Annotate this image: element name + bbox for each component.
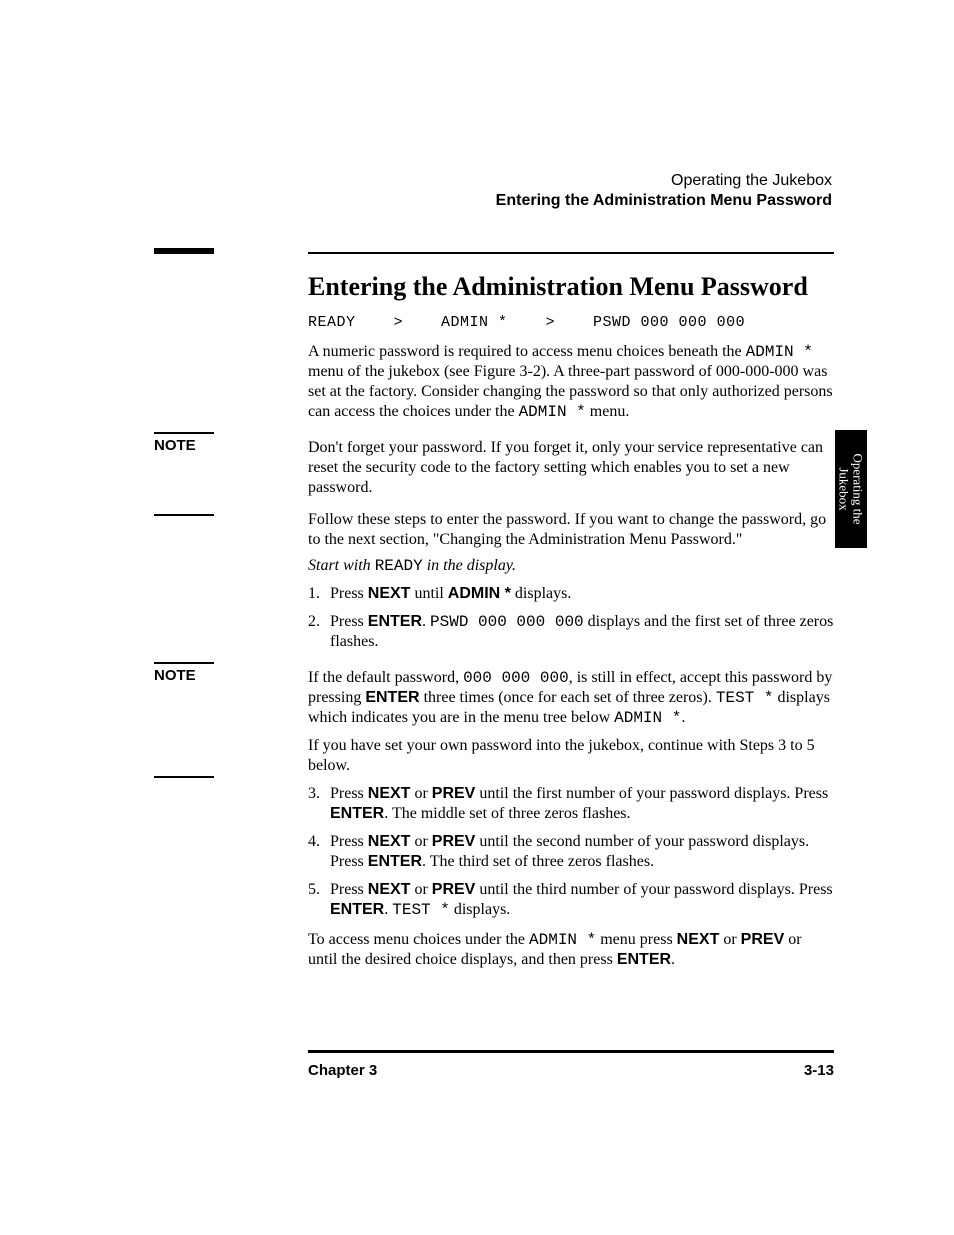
intro-paragraph: A numeric password is required to access… <box>308 342 834 422</box>
text-run: TEST * <box>392 901 450 919</box>
follow-paragraph: Follow these steps to enter the password… <box>308 510 834 550</box>
footer-page-number: 3-13 <box>804 1062 834 1079</box>
note-rule-bottom <box>154 514 214 516</box>
text-run: PREV <box>432 785 476 802</box>
note-2-sidebar: NOTE <box>154 662 294 778</box>
step-number: 1. <box>308 584 320 604</box>
text-run: PSWD 000 000 000 <box>430 613 584 631</box>
step-item: 4.Press NEXT or PREV until the second nu… <box>308 832 834 872</box>
text-run: three times (once for each set of three … <box>420 689 716 706</box>
note-rule-bottom <box>154 776 214 778</box>
text-run: ADMIN * <box>529 931 596 949</box>
text-run: or <box>719 931 740 948</box>
intro-mono2: ADMIN * <box>519 403 586 421</box>
rule-accent <box>154 248 214 254</box>
text-run: menu press <box>596 931 676 948</box>
text-run: To access menu choices under the <box>308 931 529 948</box>
text-run: Press <box>330 833 368 850</box>
footer-chapter: Chapter 3 <box>308 1062 377 1079</box>
text-run: NEXT <box>368 833 411 850</box>
text-run: If the default password, <box>308 669 463 686</box>
text-run: displays. <box>511 585 571 602</box>
step-item: 2.Press ENTER. PSWD 000 000 000 displays… <box>308 612 834 652</box>
text-run: Press <box>330 785 368 802</box>
text-run: ENTER <box>368 613 422 630</box>
text-run: or <box>410 833 431 850</box>
footer-rule <box>308 1050 834 1053</box>
running-header: Operating the Jukebox Entering the Admin… <box>496 172 832 210</box>
step-item: 5. Press NEXT or PREV until the third num… <box>308 880 834 920</box>
intro-mono1: ADMIN * <box>746 343 813 361</box>
text-run: Press <box>330 585 368 602</box>
text-run: PREV <box>432 881 476 898</box>
start-line: Start with READY in the display. <box>308 556 834 576</box>
text-run: NEXT <box>677 931 720 948</box>
steps-list-b: 3. Press NEXT or PREV until the first num… <box>308 784 834 928</box>
rule-main <box>308 252 834 254</box>
step-number: 5. <box>308 880 320 900</box>
text-run: displays. <box>450 901 510 918</box>
step-number: 2. <box>308 612 320 632</box>
thumb-tab-line1: Operating the <box>851 453 866 524</box>
header-section: Entering the Administration Menu Passwor… <box>496 192 832 210</box>
text-run: NEXT <box>368 585 411 602</box>
text-run: . <box>422 613 430 630</box>
header-chapter: Operating the Jukebox <box>496 172 832 190</box>
intro-t3: menu. <box>586 403 630 420</box>
text-run: Press <box>330 613 368 630</box>
text-run: ADMIN * <box>448 585 511 602</box>
text-run: PREV <box>432 833 476 850</box>
text-run: NEXT <box>368 785 411 802</box>
thumb-tab: Operating the Jukebox <box>835 430 867 548</box>
ifown-paragraph: If you have set your own password into t… <box>308 736 834 776</box>
text-run: until the third number of your password … <box>475 881 832 898</box>
text-run: until <box>410 585 447 602</box>
page-footer: Chapter 3 3-13 <box>308 1062 834 1079</box>
start-t1: Start with <box>308 557 375 574</box>
note-1-sidebar: NOTE <box>154 432 294 516</box>
steps-list-a: 1. Press NEXT until ADMIN * displays. 2. Pr… <box>308 584 834 660</box>
text-run: . <box>671 951 675 968</box>
step-item: 1. Press NEXT until ADMIN * displays. <box>308 584 834 604</box>
text-run: NEXT <box>368 881 411 898</box>
text-run: ENTER <box>330 805 384 822</box>
text-run: TEST * <box>716 689 774 707</box>
text-run: . <box>681 709 685 726</box>
start-t2: in the display. <box>423 557 516 574</box>
text-run: or <box>410 785 431 802</box>
text-run: . The middle set of three zeros flashes. <box>384 805 630 822</box>
text-run: ENTER <box>365 689 419 706</box>
step-number: 3. <box>308 784 320 804</box>
text-run: ENTER <box>617 951 671 968</box>
note-1-text: Don't forget your password. If you forge… <box>308 438 834 498</box>
access-paragraph: To access menu choices under the ADMIN *… <box>308 930 834 970</box>
thumb-tab-line2: Jukebox <box>837 467 852 510</box>
text-run: ADMIN * <box>614 709 681 727</box>
text-run: ENTER <box>330 901 384 918</box>
start-mono: READY <box>375 557 423 575</box>
step-item: 3. Press NEXT or PREV until the first num… <box>308 784 834 824</box>
text-run: or <box>410 881 431 898</box>
display-sequence: READY > ADMIN * > PSWD 000 000 000 <box>308 314 834 331</box>
note-1-label: NOTE <box>154 434 294 514</box>
text-run: Press <box>330 881 368 898</box>
step-number: 4. <box>308 832 320 852</box>
note-2-label: NOTE <box>154 664 294 776</box>
text-run: ENTER <box>368 853 422 870</box>
text-run: 000 000 000 <box>463 669 569 687</box>
section-title: Entering the Administration Menu Passwor… <box>308 272 834 302</box>
note-2-text: If the default password, 000 000 000, is… <box>308 668 834 728</box>
text-run: until the first number of your password … <box>475 785 828 802</box>
text-run: . The third set of three zeros flashes. <box>422 853 654 870</box>
intro-t1: A numeric password is required to access… <box>308 343 746 360</box>
text-run: PREV <box>741 931 785 948</box>
